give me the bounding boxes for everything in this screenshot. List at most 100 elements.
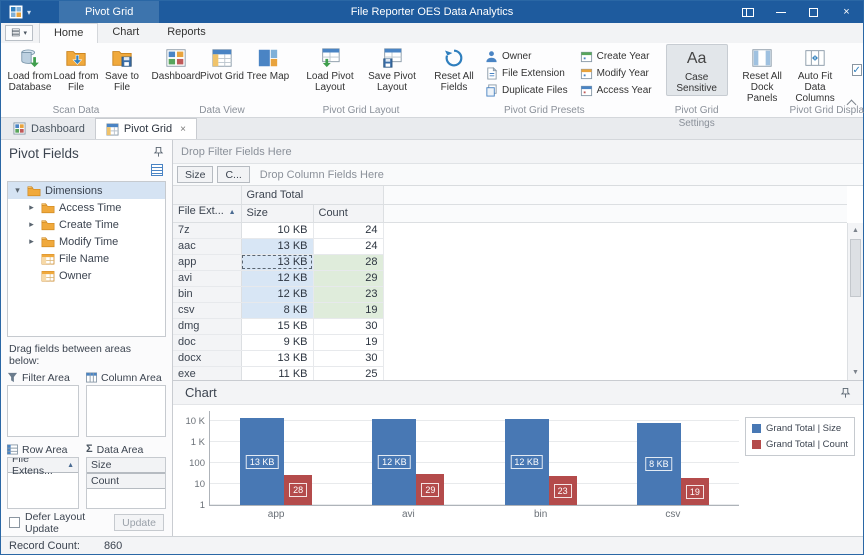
preset-create-year-button[interactable]: Create Year bbox=[576, 48, 656, 65]
load-from-database-button[interactable]: Load from Database bbox=[7, 44, 53, 96]
expand-arrow-icon[interactable]: ▾ bbox=[12, 185, 23, 196]
auto-fit-data-columns-button[interactable]: Auto Fit Data Columns bbox=[789, 44, 842, 104]
cell-size-dmg[interactable]: 15 KB bbox=[241, 318, 313, 334]
row-header-avi[interactable]: avi bbox=[173, 270, 241, 286]
tree-item-dimensions[interactable]: ▾Dimensions bbox=[8, 182, 165, 199]
cell-size-7z[interactable]: 10 KB bbox=[241, 222, 313, 238]
drop-filter-fields-area[interactable]: Drop Filter Fields Here bbox=[173, 140, 863, 164]
save-pivot-layout-button[interactable]: Save Pivot Layout bbox=[361, 44, 423, 96]
application-menu-button[interactable]: ▤ ▾ bbox=[5, 25, 33, 41]
cell-count-dmg[interactable]: 30 bbox=[313, 318, 383, 334]
save-to-file-button[interactable]: Save to File bbox=[99, 44, 145, 96]
column-area-box[interactable] bbox=[86, 385, 166, 437]
cell-size-aac[interactable]: 13 KB bbox=[241, 238, 313, 254]
show-chart-checkbox[interactable]: ✓ Show Chart bbox=[842, 44, 864, 96]
cell-count-doc[interactable]: 19 bbox=[313, 334, 383, 350]
reset-all-dock-panels-button[interactable]: Reset All Dock Panels bbox=[736, 44, 789, 104]
cell-size-doc[interactable]: 9 KB bbox=[241, 334, 313, 350]
bar-count-csv[interactable]: 19 bbox=[681, 478, 709, 505]
cell-size-bin[interactable]: 12 KB bbox=[241, 286, 313, 302]
collapse-arrow-icon[interactable]: ▸ bbox=[26, 219, 37, 230]
cell-count-exe[interactable]: 25 bbox=[313, 366, 383, 380]
bar-size-csv[interactable]: 8 KB bbox=[637, 423, 681, 505]
tab-pivot-grid[interactable]: Pivot Grid × bbox=[95, 118, 197, 139]
preset-duplicate-files-button[interactable]: Duplicate Files bbox=[481, 82, 572, 99]
cell-size-docx[interactable]: 13 KB bbox=[241, 350, 313, 366]
tree-item-create-time[interactable]: ▸Create Time bbox=[8, 216, 165, 233]
tree-item-modify-time[interactable]: ▸Modify Time bbox=[8, 233, 165, 250]
tab-dashboard[interactable]: Dashboard bbox=[3, 118, 95, 139]
cell-count-app[interactable]: 28 bbox=[313, 254, 383, 270]
data-header-chip-c[interactable]: C... bbox=[217, 166, 249, 183]
collapse-arrow-icon[interactable]: ▸ bbox=[26, 202, 37, 213]
bar-size-avi[interactable]: 12 KB bbox=[372, 419, 416, 505]
reset-all-fields-button[interactable]: Reset All Fields bbox=[431, 44, 477, 96]
minimize-button[interactable] bbox=[764, 1, 797, 23]
cell-count-7z[interactable]: 24 bbox=[313, 222, 383, 238]
bar-count-app[interactable]: 28 bbox=[284, 475, 312, 505]
cell-size-csv[interactable]: 8 KB bbox=[241, 302, 313, 318]
data-area-box[interactable]: SizeCount bbox=[86, 457, 166, 509]
cell-count-avi[interactable]: 29 bbox=[313, 270, 383, 286]
update-button[interactable]: Update bbox=[114, 514, 164, 531]
load-pivot-layout-button[interactable]: Load Pivot Layout bbox=[299, 44, 361, 96]
tree-item-file-name[interactable]: File Name bbox=[8, 250, 165, 267]
defer-layout-update-checkbox[interactable] bbox=[9, 517, 20, 528]
close-button[interactable]: × bbox=[830, 1, 863, 23]
collapse-arrow-icon[interactable]: ▸ bbox=[26, 236, 37, 247]
preset-access-year-button[interactable]: Access Year bbox=[576, 82, 656, 99]
grand-total-header[interactable]: Grand Total bbox=[241, 186, 383, 204]
row-header-docx[interactable]: docx bbox=[173, 350, 241, 366]
row-field-header[interactable]: File Ext...▲ bbox=[173, 204, 241, 222]
row-header-csv[interactable]: csv bbox=[173, 302, 241, 318]
row-header-7z[interactable]: 7z bbox=[173, 222, 241, 238]
cell-size-app[interactable]: 13 KB bbox=[241, 254, 313, 270]
row-area-box[interactable]: File Extens...▲ bbox=[7, 457, 79, 509]
scroll-up-icon[interactable]: ▲ bbox=[848, 223, 863, 238]
cell-count-aac[interactable]: 24 bbox=[313, 238, 383, 254]
quick-access-caret-icon[interactable]: ▾ bbox=[27, 8, 31, 17]
row-header-doc[interactable]: doc bbox=[173, 334, 241, 350]
bar-size-bin[interactable]: 12 KB bbox=[505, 419, 549, 505]
cell-count-docx[interactable]: 30 bbox=[313, 350, 383, 366]
bar-count-bin[interactable]: 23 bbox=[549, 476, 577, 505]
preset-file-extension-button[interactable]: File Extension bbox=[481, 65, 572, 82]
close-tab-icon[interactable]: × bbox=[180, 124, 186, 135]
data-header-chip-size[interactable]: Size bbox=[177, 166, 213, 183]
tree-item-owner[interactable]: Owner bbox=[8, 267, 165, 284]
scrollbar-track[interactable] bbox=[848, 238, 863, 365]
size-column-header[interactable]: Size bbox=[241, 204, 313, 222]
ribbon-tab-chart[interactable]: Chart bbox=[98, 23, 153, 43]
pin-icon[interactable] bbox=[153, 146, 164, 161]
maximize-button[interactable] bbox=[797, 1, 830, 23]
cell-size-avi[interactable]: 12 KB bbox=[241, 270, 313, 286]
dashboard-button[interactable]: Dashboard bbox=[153, 44, 199, 96]
tree-item-access-time[interactable]: ▸Access Time bbox=[8, 199, 165, 216]
vertical-scrollbar[interactable]: ▲ ▼ bbox=[847, 223, 863, 380]
cell-count-bin[interactable]: 23 bbox=[313, 286, 383, 302]
scrollbar-thumb[interactable] bbox=[850, 239, 861, 297]
ribbon-tab-home[interactable]: Home bbox=[39, 23, 98, 43]
preset-modify-year-button[interactable]: Modify Year bbox=[576, 65, 656, 82]
count-column-header[interactable]: Count bbox=[313, 204, 383, 222]
load-from-file-button[interactable]: Load from File bbox=[53, 44, 99, 96]
row-header-aac[interactable]: aac bbox=[173, 238, 241, 254]
row-field-chip-file-extens[interactable]: File Extens...▲ bbox=[7, 457, 79, 473]
cell-count-csv[interactable]: 19 bbox=[313, 302, 383, 318]
pivot-grid-button[interactable]: Pivot Grid bbox=[199, 44, 245, 96]
field-list-icon[interactable] bbox=[151, 164, 163, 179]
data-field-chip-count[interactable]: Count bbox=[86, 473, 166, 489]
row-header-bin[interactable]: bin bbox=[173, 286, 241, 302]
scroll-down-icon[interactable]: ▼ bbox=[848, 365, 863, 380]
app-logo-icon[interactable] bbox=[9, 5, 23, 19]
ribbon-tab-reports[interactable]: Reports bbox=[153, 23, 220, 43]
panel-options-button[interactable] bbox=[731, 1, 764, 23]
filter-area-box[interactable] bbox=[7, 385, 79, 437]
row-header-exe[interactable]: exe bbox=[173, 366, 241, 380]
row-header-app[interactable]: app bbox=[173, 254, 241, 270]
bar-count-avi[interactable]: 29 bbox=[416, 474, 444, 505]
drop-column-fields-area[interactable]: SizeC... Drop Column Fields Here bbox=[173, 164, 863, 186]
chart-pin-icon[interactable] bbox=[840, 387, 851, 399]
cell-size-exe[interactable]: 11 KB bbox=[241, 366, 313, 380]
tree-map-button[interactable]: Tree Map bbox=[245, 44, 291, 96]
